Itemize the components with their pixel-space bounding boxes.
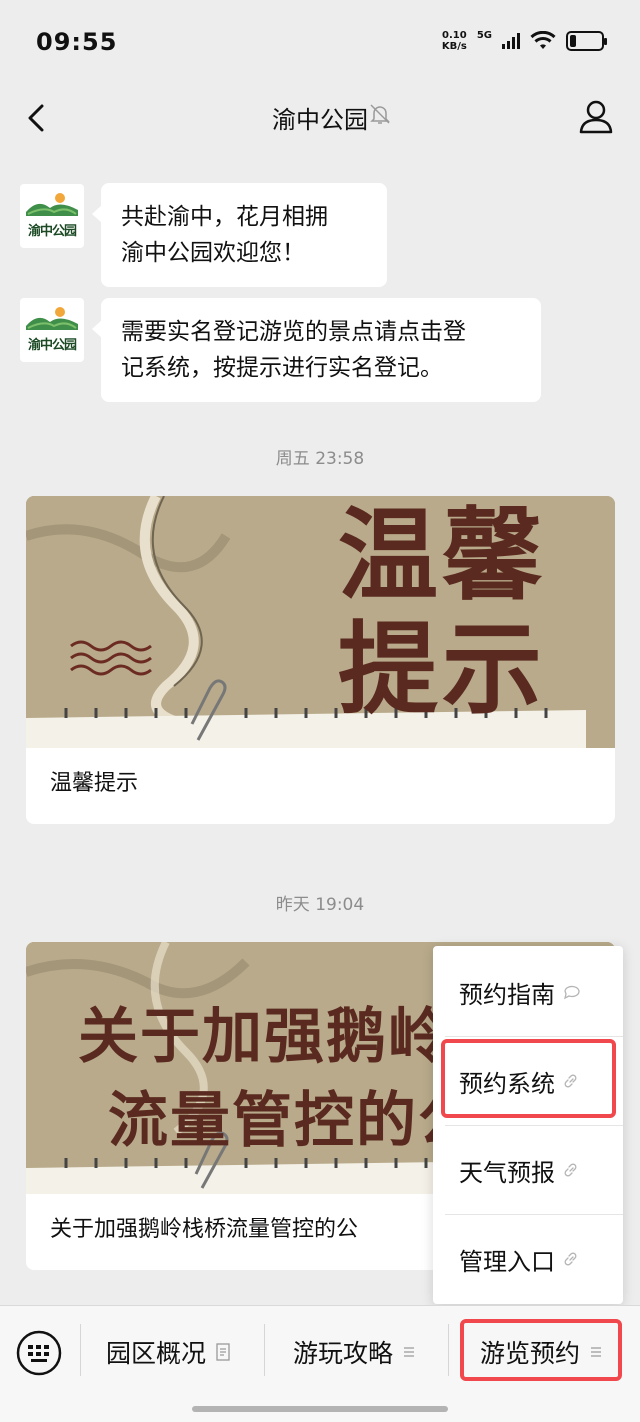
message-timestamp: 周五 23:58 [275,449,365,469]
keyboard-toggle-button[interactable] [16,1330,62,1376]
message-text-line: 需要实名登记游览的景点请点击登 [121,319,466,345]
message-text-line: 记系统，按提示进行实名登记。 [121,355,443,381]
person-icon [579,100,613,134]
article-title: 温馨提示 [50,771,139,796]
menu-item-park-overview[interactable]: 园区概况 [106,1332,230,1372]
keyboard-icon [16,1330,62,1376]
link-icon [564,1163,577,1177]
avatar-logo-text: 渝中公园 [27,224,77,239]
network-speed-value: 0.10 [441,30,467,41]
chat-header: 渝中公园 [0,86,640,150]
article-cover-image: 温馨 提示 [26,496,615,748]
bell-off-icon [370,104,390,124]
avatar-logo-text: 渝中公园 [27,338,77,353]
wifi-icon [530,31,556,49]
battery-icon [566,31,607,51]
divider [80,1324,81,1376]
submenu-item-admin-entry[interactable]: 管理入口 [433,1215,623,1303]
submenu-item-booking-guide[interactable]: 预约指南 [433,948,623,1036]
highlight-box-booking-system [441,1039,616,1118]
network-type: 5G [476,29,492,41]
network-speed-unit: KB/s [441,41,467,52]
profile-button[interactable] [576,96,616,136]
menu-item-travel-guide[interactable]: 游玩攻略 [293,1332,415,1372]
divider [264,1324,265,1376]
chat-bubble-icon [564,985,580,1000]
message-bubble[interactable]: 共赴渝中，花月相拥 渝中公园欢迎您！ [92,183,387,287]
message-bubble[interactable]: 需要实名登记游览的景点请点击登 记系统，按提示进行实名登记。 [92,298,541,402]
menu-item-label: 游玩攻略 [293,1339,394,1368]
status-bar: 09:55 0.10 KB/s 5G [0,0,640,86]
submenu-item-label: 预约指南 [459,980,555,1009]
status-indicators: 0.10 KB/s 5G [442,29,607,52]
link-icon [564,1252,577,1266]
submenu-popup: 预约指南 预约系统 天气预报 管理入口 [433,946,623,1304]
submenu-item-label: 天气预报 [459,1158,555,1187]
article-card[interactable]: 温馨 提示 温馨提示 [26,496,615,824]
home-indicator [192,1406,448,1412]
document-icon [216,1343,230,1361]
message-text-line: 渝中公园欢迎您！ [121,240,305,266]
submenu-item-weather[interactable]: 天气预报 [433,1126,623,1214]
message-timestamp: 昨天 19:04 [275,895,365,915]
official-account-avatar[interactable]: 渝中公园 [20,298,84,362]
signal-icon [502,33,520,49]
cover-title-line: 关于加强鹅岭 [78,1002,450,1072]
cover-title-line: 流量管控的公 [108,1086,480,1156]
highlight-box-visit-booking [460,1319,622,1381]
page-title: 渝中公园 [272,106,368,134]
message-text-line: 共赴渝中，花月相拥 [121,204,328,230]
battery-level [570,35,576,47]
network-speed: 0.10 KB/s [442,30,467,52]
cover-title-line: 提示 [338,611,546,728]
menu-item-label: 园区概况 [106,1339,207,1368]
menu-lines-icon [404,1347,415,1357]
status-time: 09:55 [36,28,118,56]
divider [448,1324,449,1376]
submenu-item-label: 管理入口 [459,1247,555,1276]
cover-title-line: 温馨 [338,497,546,614]
official-account-avatar[interactable]: 渝中公园 [20,184,84,248]
